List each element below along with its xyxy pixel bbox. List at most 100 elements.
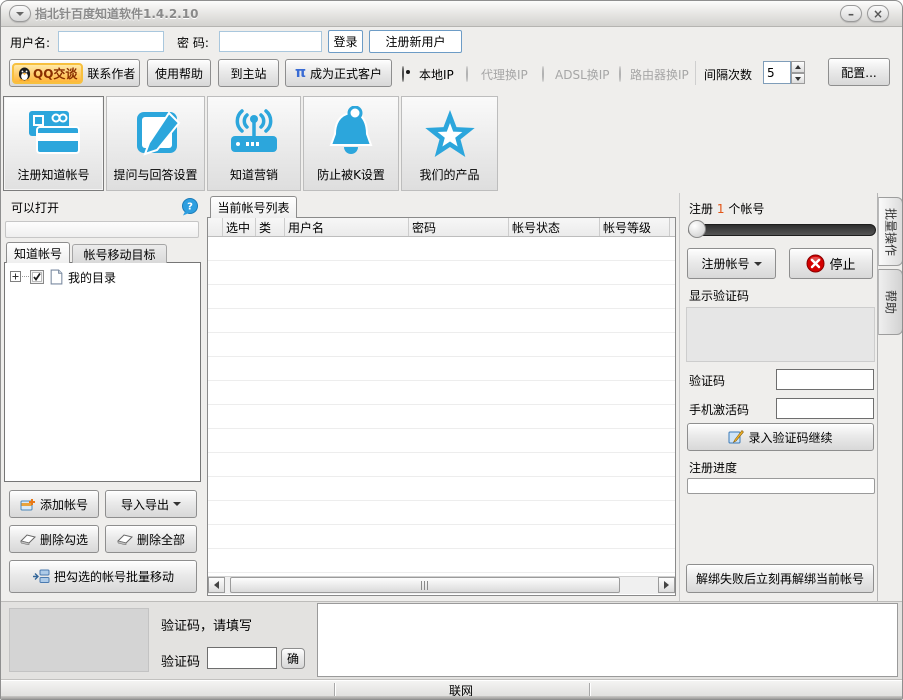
unbind-retry-label: 解绑失败后立刻再解绑当前帐号 — [696, 570, 864, 587]
table-header[interactable]: 选中 — [223, 218, 256, 236]
import-export-button[interactable]: 导入导出 — [105, 490, 197, 518]
login-button[interactable]: 登录 — [328, 30, 363, 53]
register-count-label: 注册 1 个帐号 — [689, 200, 764, 217]
app-window: 指北针百度知道软件1.4.2.10 – × 用户名: 密 码: 登录 注册新用户 — [0, 0, 903, 700]
table-header[interactable]: 帐号状态 — [509, 218, 600, 236]
stop-button-label: 停止 — [829, 254, 855, 273]
tree-item[interactable]: 我的目录 — [5, 266, 200, 288]
edit-icon — [123, 106, 189, 160]
qq-badge: QQ交谈 — [12, 63, 83, 84]
tab-our-products[interactable]: 我们的产品 — [401, 96, 498, 191]
help-button[interactable]: 使用帮助 — [147, 59, 211, 87]
config-button-label: 配置... — [841, 64, 876, 81]
pi-icon: π — [295, 65, 306, 81]
radio-router-ip-label: 路由器换IP — [630, 66, 689, 83]
main-site-button[interactable]: 到主站 — [218, 59, 279, 87]
register-account-button[interactable]: 注册帐号 — [687, 248, 776, 279]
contact-author-button[interactable]: QQ交谈 联系作者 — [9, 59, 140, 87]
side-tab-label: 批量操作 — [882, 207, 899, 255]
username-input[interactable] — [58, 31, 164, 52]
delete-all-button[interactable]: 删除全部 — [105, 525, 197, 553]
phone-code-input[interactable] — [776, 398, 874, 419]
subtab-zhidao-accounts[interactable]: 知道帐号 — [6, 242, 70, 263]
qq-badge-label: QQ交谈 — [33, 65, 77, 82]
title-bar: 指北针百度知道软件1.4.2.10 – × — [1, 1, 902, 27]
bottom-captcha-label: 验证码 — [161, 651, 200, 670]
close-button[interactable]: × — [867, 5, 889, 22]
pencil-note-icon — [728, 429, 744, 445]
chevron-down-icon — [16, 12, 24, 16]
add-account-label: 添加帐号 — [40, 496, 88, 513]
add-account-button[interactable]: 添加帐号 — [9, 490, 99, 518]
tab-question-answer-settings[interactable]: 提问与回答设置 — [106, 96, 205, 191]
tree-expand-icon[interactable] — [10, 271, 21, 282]
scroll-left-button[interactable] — [208, 577, 225, 593]
stop-button[interactable]: 停止 — [789, 248, 873, 279]
tab-label: 防止被K设置 — [304, 166, 398, 183]
open-target-field[interactable] — [5, 221, 199, 238]
radio-adsl-ip[interactable] — [542, 66, 544, 82]
tab-anti-ban-settings[interactable]: 防止被K设置 — [303, 96, 399, 191]
register-count-suffix: 个帐号 — [728, 202, 764, 216]
spinner-up-icon — [795, 65, 801, 69]
table-header-rowselect[interactable] — [208, 218, 223, 236]
subtab-label: 知道帐号 — [14, 245, 62, 262]
minimize-button[interactable]: – — [840, 5, 862, 22]
radio-local-ip[interactable] — [402, 66, 404, 82]
window-menu-button[interactable] — [9, 5, 31, 22]
eraser-icon — [20, 533, 36, 545]
become-customer-label: 成为正式客户 — [310, 65, 382, 82]
radio-adsl-ip-label: ADSL换IP — [555, 66, 610, 83]
count-slider-track[interactable] — [688, 224, 876, 236]
subtab-move-target[interactable]: 帐号移动目标 — [72, 244, 167, 263]
table-header[interactable]: 帐号等级 — [600, 218, 670, 236]
delete-all-label: 删除全部 — [137, 531, 185, 548]
config-button[interactable]: 配置... — [828, 58, 890, 86]
import-export-label: 导入导出 — [121, 496, 169, 513]
radio-proxy-ip-label: 代理换IP — [481, 66, 528, 83]
chevron-down-icon — [173, 502, 181, 506]
horizontal-scrollbar[interactable] — [208, 576, 675, 594]
password-input[interactable] — [219, 31, 322, 52]
toolbar-divider — [695, 61, 696, 85]
batch-move-button[interactable]: 把勾选的帐号批量移动 — [9, 560, 197, 593]
scroll-right-button[interactable] — [658, 577, 675, 593]
help-bubble-icon[interactable]: ? — [180, 198, 199, 216]
delete-checked-label: 删除勾选 — [40, 531, 88, 548]
count-slider-thumb[interactable] — [688, 220, 706, 238]
unbind-retry-button[interactable]: 解绑失败后立刻再解绑当前帐号 — [686, 564, 874, 593]
radio-router-ip[interactable] — [619, 66, 621, 82]
interval-label: 间隔次数 — [704, 66, 752, 83]
confirm-captcha-label: 确 — [287, 650, 299, 667]
interval-input[interactable] — [763, 61, 791, 84]
cards-icon — [21, 106, 87, 160]
delete-checked-button[interactable]: 删除勾选 — [9, 525, 99, 553]
enter-captcha-continue-button[interactable]: 录入验证码继续 — [687, 423, 874, 451]
spinner-up-button[interactable] — [791, 61, 805, 73]
tab-current-account-list-label: 当前帐号列表 — [217, 199, 289, 216]
spinner-down-button[interactable] — [791, 73, 805, 84]
side-tab-batch-operations[interactable]: 批量操作 — [878, 197, 903, 266]
tree-checkbox-checked[interactable] — [30, 270, 44, 284]
table-header[interactable]: 类型 — [256, 218, 285, 236]
table-header[interactable]: 用户名 — [285, 218, 409, 236]
captcha-display-box — [686, 307, 875, 362]
scrollbar-thumb[interactable] — [230, 577, 620, 593]
contact-author-label: 联系作者 — [87, 65, 135, 82]
tab-zhidao-marketing[interactable]: 知道营销 — [207, 96, 301, 191]
side-tab-help[interactable]: 帮助 — [878, 269, 903, 335]
statusbar-divider — [334, 683, 335, 697]
table-header[interactable]: 密码 — [409, 218, 509, 236]
captcha-prompt-label: 验证码，请填写 — [161, 615, 252, 634]
register-new-user-button[interactable]: 注册新用户 — [369, 30, 462, 53]
captcha-input[interactable] — [776, 369, 874, 390]
table-body-empty[interactable] — [208, 237, 675, 576]
chevron-down-icon — [754, 262, 762, 266]
radio-proxy-ip[interactable] — [466, 66, 468, 82]
bottom-captcha-input[interactable] — [207, 647, 277, 669]
tab-register-accounts[interactable]: 注册知道帐号 — [3, 96, 104, 191]
tab-current-account-list[interactable]: 当前帐号列表 — [210, 196, 297, 218]
register-new-user-label: 注册新用户 — [385, 33, 445, 50]
confirm-captcha-button[interactable]: 确 — [281, 648, 305, 669]
become-customer-button[interactable]: π 成为正式客户 — [285, 59, 392, 87]
